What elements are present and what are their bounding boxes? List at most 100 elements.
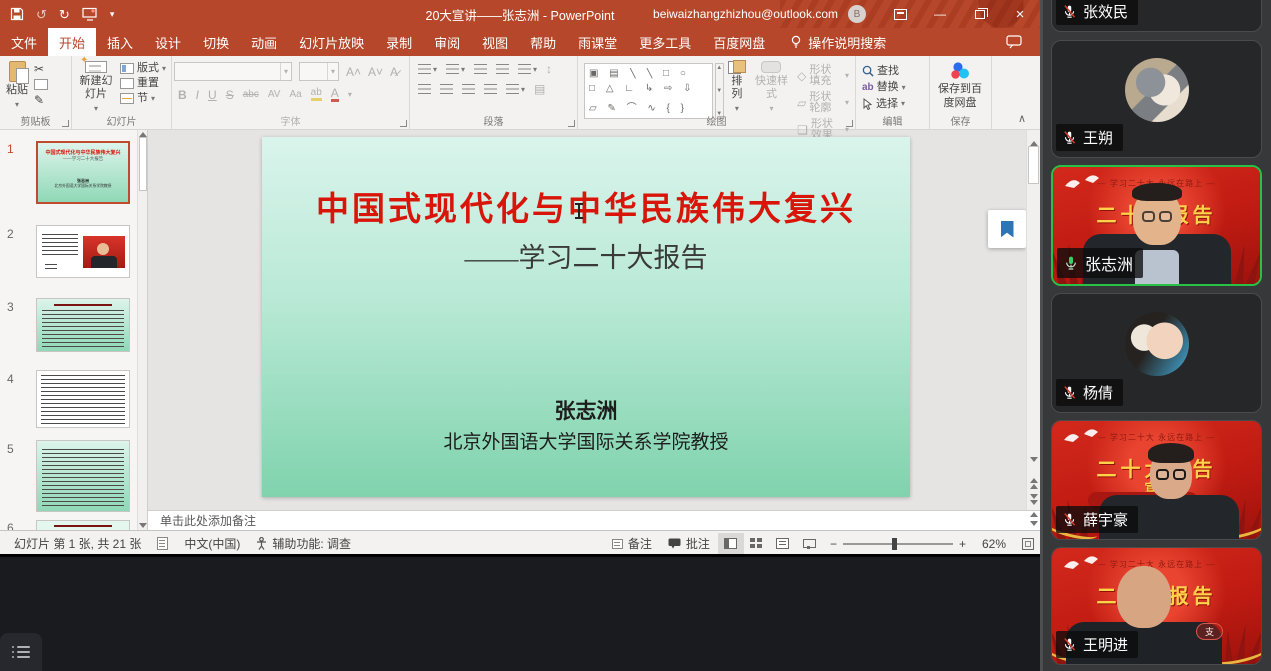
fit-slide-to-window-button[interactable] [1022, 538, 1034, 550]
cut-icon[interactable]: ✂ [34, 63, 48, 75]
format-painter-icon[interactable]: ✎ [34, 94, 48, 106]
slide-thumbnail-3[interactable] [36, 298, 130, 352]
tab-home[interactable]: 开始 [48, 28, 96, 56]
language-indicator[interactable]: 中文(中国) [176, 535, 248, 552]
section-button[interactable]: 节▾ [120, 93, 166, 104]
find-button[interactable]: 查找 [862, 65, 906, 77]
next-slide-button[interactable] [1030, 494, 1038, 505]
select-button[interactable]: 选择▾ [862, 98, 906, 110]
underline-button[interactable]: U [208, 89, 217, 101]
thumb-scroll-down-icon[interactable] [139, 523, 147, 528]
clear-formatting-button[interactable]: A̷ [390, 66, 398, 78]
replace-button[interactable]: ab 替换▾ [862, 82, 906, 93]
participant-tile-xue-yuhao[interactable]: — 学习二十大 永远在路上 — 二十大报告 宣讲 国际关系学 薛宇豪 [1051, 420, 1262, 540]
accessibility-checker[interactable]: 辅助功能: 调查 [248, 535, 359, 552]
tab-review[interactable]: 审阅 [423, 28, 471, 56]
participant-tile-zhang-xiaomin[interactable]: 张效民 [1051, 0, 1262, 32]
drawing-dialog-launcher[interactable] [846, 120, 853, 127]
canvas-vertical-scrollbar[interactable] [1026, 130, 1040, 510]
comments-bubble-icon[interactable] [1006, 28, 1022, 56]
slide-thumbnail-2[interactable] [36, 225, 130, 278]
notes-toggle-button[interactable]: 备注 [604, 535, 660, 552]
slide-canvas[interactable]: 中国式现代化与中华民族伟大复兴 ——学习二十大报告 张志洲 北京外国语大学国际关… [148, 130, 1040, 510]
line-spacing-button[interactable]: ▾ [518, 64, 537, 74]
save-icon[interactable] [10, 7, 24, 21]
layout-button[interactable]: 版式▾ [120, 63, 166, 74]
paragraph-dialog-launcher[interactable] [568, 120, 575, 127]
tab-animations[interactable]: 动画 [240, 28, 288, 56]
font-color-button[interactable]: A [331, 87, 339, 102]
close-button[interactable]: × [1000, 0, 1040, 28]
align-left-button[interactable] [418, 84, 431, 94]
redo-icon[interactable]: ↻ [59, 8, 70, 21]
notes-scrollbar[interactable] [1030, 512, 1038, 526]
strikethrough-button[interactable]: S [226, 89, 234, 101]
columns-button[interactable]: ▾ [506, 84, 525, 94]
tab-insert[interactable]: 插入 [96, 28, 144, 56]
slide-affiliation-text[interactable]: 北京外国语大学国际关系学院教授 [262, 427, 910, 454]
bookmark-popup[interactable] [988, 210, 1026, 248]
participant-tile-yang-qian[interactable]: 杨倩 [1051, 293, 1262, 413]
new-slide-button[interactable]: 新建幻灯片 ▾ [74, 59, 118, 115]
italic-button[interactable]: I [196, 89, 199, 101]
sidebar-scrollbar[interactable] [1040, 0, 1043, 671]
shape-outline-button[interactable]: ▱形状轮廓▾ [797, 92, 849, 114]
canvas-scroll-thumb[interactable] [1028, 146, 1039, 184]
notes-placeholder[interactable]: 单击此处添加备注 [148, 512, 256, 529]
align-center-button[interactable] [440, 84, 453, 94]
tab-design[interactable]: 设计 [144, 28, 192, 56]
slide-title-text[interactable]: 中国式现代化与中华民族伟大复兴 [262, 182, 910, 230]
clipboard-dialog-launcher[interactable] [62, 120, 69, 127]
slide-1[interactable]: 中国式现代化与中华民族伟大复兴 ——学习二十大报告 张志洲 北京外国语大学国际关… [262, 137, 910, 497]
increase-indent-button[interactable] [496, 64, 509, 74]
minimize-button[interactable]: — [920, 0, 960, 28]
font-size-dropdown[interactable]: ▾ [299, 62, 339, 81]
tab-rain-classroom[interactable]: 雨课堂 [567, 28, 628, 56]
slide-thumbnail-4[interactable] [36, 370, 130, 428]
font-name-dropdown[interactable]: ▾ [174, 62, 292, 81]
slide-subtitle-text[interactable]: ——学习二十大报告 [262, 236, 910, 275]
bullets-button[interactable]: ▾ [418, 64, 437, 74]
thumbnails-scrollbar[interactable] [137, 130, 147, 530]
view-reading-button[interactable] [770, 533, 796, 555]
tab-file[interactable]: 文件 [0, 28, 48, 56]
slide-thumbnail-5[interactable] [36, 440, 130, 512]
tab-slideshow[interactable]: 幻灯片放映 [288, 28, 375, 56]
qat-customize-icon[interactable]: ▾ [110, 10, 115, 19]
align-right-button[interactable] [462, 84, 475, 94]
tab-help[interactable]: 帮助 [519, 28, 567, 56]
justify-button[interactable] [484, 84, 497, 94]
tell-me-search[interactable]: 操作说明搜索 [790, 28, 886, 56]
slide-thumbnail-1[interactable]: 中国式现代化与中华民族伟大复兴 ——学习二十大报告 张志洲 北京外国语大学国际关… [36, 141, 130, 204]
tab-more-tools[interactable]: 更多工具 [628, 28, 702, 56]
numbering-button[interactable]: ▾ [446, 64, 465, 74]
display-settings-icon[interactable] [149, 537, 176, 550]
quick-styles-button[interactable]: 快速样式 ▾ [750, 59, 793, 115]
account-avatar[interactable]: B [848, 5, 866, 23]
account-email[interactable]: beiwaizhangzhizhou@outlook.com [653, 7, 838, 21]
ribbon-display-options-button[interactable] [880, 0, 920, 28]
participant-tile-zhang-zhizhou[interactable]: — 学习二十大 永远在路上 — 二十大报告 张志洲 [1051, 165, 1262, 286]
shapes-gallery-scrollbar[interactable]: ▲▼▼ [715, 63, 724, 119]
text-highlight-button[interactable]: ab [311, 88, 322, 101]
participant-tile-wang-shuo[interactable]: 王朔 [1051, 40, 1262, 158]
tab-record[interactable]: 录制 [375, 28, 423, 56]
zoom-in-button[interactable]: + [959, 537, 974, 551]
comments-toggle-button[interactable]: 批注 [660, 535, 718, 552]
arrange-button[interactable]: 排列 ▾ [724, 59, 750, 115]
font-dialog-launcher[interactable] [400, 120, 407, 127]
paste-button[interactable]: 粘贴 ▾ [2, 59, 32, 115]
reset-button[interactable]: 重置 [120, 78, 166, 89]
subscript-button[interactable]: abc [243, 90, 259, 100]
zoom-slider[interactable] [843, 543, 953, 545]
tab-transitions[interactable]: 切换 [192, 28, 240, 56]
view-slideshow-button[interactable] [796, 533, 822, 555]
zoom-out-button[interactable]: − [822, 537, 837, 551]
present-display-icon[interactable] [82, 7, 98, 21]
shapes-gallery[interactable]: ▣ ▤ ╲ ╲ □ ○ □ △ ∟ ↳ ⇨ ⇩ ▱ ✎ ⌒ ∿ { } [584, 63, 713, 119]
tab-baidu-netdisk[interactable]: 百度网盘 [702, 28, 776, 56]
change-case-button[interactable]: Aa [289, 90, 301, 100]
zoom-slider-thumb[interactable] [892, 538, 897, 550]
decrease-indent-button[interactable] [474, 64, 487, 74]
undo-icon[interactable]: ↺ [36, 8, 47, 21]
